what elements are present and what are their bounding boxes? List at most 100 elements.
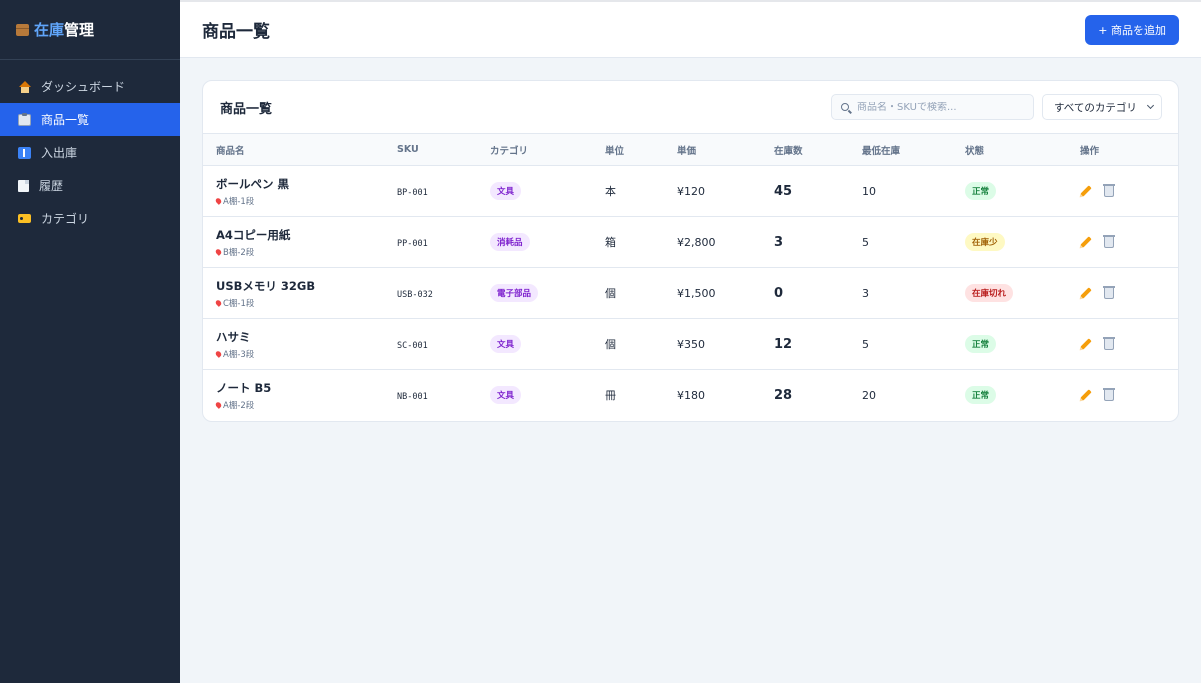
cell-stock: 0 <box>761 268 849 319</box>
column-header-category[interactable]: カテゴリ <box>477 134 592 166</box>
table-row[interactable]: ハサミ A棚-3段 SC-001 文具 個 ¥350 12 5 正常 <box>203 319 1178 370</box>
cell-sku: BP-001 <box>384 166 477 217</box>
sidebar-item-categories[interactable]: カテゴリ <box>0 202 180 235</box>
sku-text: PP-001 <box>397 238 428 249</box>
column-header-unit[interactable]: 単位 <box>592 134 664 166</box>
stock-qty: 45 <box>774 183 793 199</box>
column-header-name[interactable]: 商品名 <box>203 134 384 166</box>
sidebar-item-history[interactable]: 履歴 <box>0 169 180 202</box>
table-row[interactable]: USBメモリ 32GB C棚-1段 USB-032 電子部品 個 ¥1,500 … <box>203 268 1178 319</box>
table-row[interactable]: ノート B5 A棚-2段 NB-001 文具 冊 ¥180 28 20 正常 <box>203 370 1178 421</box>
stock-qty: 12 <box>774 336 793 352</box>
edit-pencil-icon[interactable] <box>1080 236 1092 248</box>
cell-category: 電子部品 <box>477 268 592 319</box>
category-badge: 電子部品 <box>490 284 539 302</box>
cell-stock: 28 <box>761 370 849 421</box>
location-text: A棚-3段 <box>223 349 255 360</box>
card-tools: すべてのカテゴリ <box>831 94 1162 120</box>
row-actions <box>1080 336 1178 350</box>
sidebar-item-label: 商品一覧 <box>41 113 90 127</box>
cell-unit: 個 <box>605 338 616 351</box>
product-name: A4コピー用紙 <box>216 227 291 242</box>
location-text: A棚-1段 <box>223 196 255 207</box>
status-badge: 正常 <box>965 386 997 405</box>
cell-name: USBメモリ 32GB C棚-1段 <box>203 268 384 319</box>
column-header-stock[interactable]: 在庫数 <box>761 134 849 166</box>
document-icon <box>18 179 29 192</box>
category-badge: 文具 <box>490 182 522 200</box>
sidebar-item-label: 履歴 <box>39 179 64 193</box>
pin-icon <box>214 400 223 409</box>
row-actions <box>1080 285 1178 299</box>
cell-stock: 3 <box>761 217 849 268</box>
cell-price: ¥2,800 <box>677 235 716 249</box>
cell-actions <box>1067 370 1178 421</box>
card-header: 商品一覧 すべてのカテゴリ <box>203 81 1178 133</box>
product-location: C棚-1段 <box>214 297 384 309</box>
sidebar-item-stock-io[interactable]: 入出庫 <box>0 136 180 169</box>
stock-qty: 28 <box>774 387 793 403</box>
product-table: 商品名 SKU カテゴリ 単位 単価 在庫数 最低在庫 状態 操作 ボールペン … <box>203 133 1178 421</box>
cell-status: 正常 <box>952 319 1067 370</box>
column-header-sku[interactable]: SKU <box>384 134 477 166</box>
sku-text: USB-032 <box>397 289 433 300</box>
brand-text-part1: 在庫 <box>34 21 65 39</box>
cell-unit: 箱 <box>605 236 616 249</box>
sku-text: BP-001 <box>397 187 428 198</box>
cell-actions <box>1067 319 1178 370</box>
cell-stock: 12 <box>761 319 849 370</box>
product-location: A棚-1段 <box>214 195 384 207</box>
product-name: ノート B5 <box>216 380 272 395</box>
column-header-price[interactable]: 単価 <box>664 134 761 166</box>
cell-status: 正常 <box>952 370 1067 421</box>
column-header-min-stock[interactable]: 最低在庫 <box>849 134 952 166</box>
card-title: 商品一覧 <box>220 101 273 117</box>
delete-trash-icon[interactable] <box>1103 336 1115 350</box>
sidebar-item-products[interactable]: 商品一覧 <box>0 103 180 136</box>
pin-icon <box>214 247 223 256</box>
add-product-button[interactable]: + 商品を追加 <box>1085 14 1179 45</box>
cell-price: ¥350 <box>677 337 705 351</box>
product-location: A棚-2段 <box>214 399 384 411</box>
category-select[interactable]: すべてのカテゴリ <box>1042 94 1162 120</box>
product-name: ハサミ <box>216 329 251 344</box>
cell-sku: SC-001 <box>384 319 477 370</box>
delete-trash-icon[interactable] <box>1103 234 1115 248</box>
delete-trash-icon[interactable] <box>1103 285 1115 299</box>
search-box[interactable] <box>831 94 1034 120</box>
pin-icon <box>214 298 223 307</box>
cell-sku: PP-001 <box>384 217 477 268</box>
pin-icon <box>214 196 223 205</box>
table-row[interactable]: A4コピー用紙 B棚-2段 PP-001 消耗品 箱 ¥2,800 3 5 在庫… <box>203 217 1178 268</box>
column-header-actions: 操作 <box>1080 145 1100 157</box>
edit-pencil-icon[interactable] <box>1080 389 1092 401</box>
cell-stock: 45 <box>761 166 849 217</box>
sidebar-item-dashboard[interactable]: ダッシュボード <box>0 70 180 103</box>
column-header-status[interactable]: 状態 <box>952 134 1067 166</box>
status-badge: 正常 <box>965 182 997 200</box>
delete-trash-icon[interactable] <box>1103 387 1115 401</box>
location-text: C棚-1段 <box>223 298 255 309</box>
edit-pencil-icon[interactable] <box>1080 287 1092 299</box>
category-badge: 文具 <box>490 386 522 405</box>
search-input[interactable] <box>857 101 1027 113</box>
status-badge: 正常 <box>965 335 997 353</box>
edit-pencil-icon[interactable] <box>1080 185 1092 197</box>
delete-trash-icon[interactable] <box>1103 183 1115 197</box>
product-list-card: 商品一覧 すべてのカテゴリ <box>202 80 1179 422</box>
product-name: USBメモリ 32GB <box>216 278 316 293</box>
table-header-row: 商品名 SKU カテゴリ 単位 単価 在庫数 最低在庫 状態 操作 <box>203 133 1178 166</box>
search-icon <box>841 103 849 111</box>
cell-min-stock: 5 <box>862 235 869 249</box>
cell-actions <box>1067 217 1178 268</box>
cell-category: 文具 <box>477 370 592 421</box>
cell-category: 文具 <box>477 319 592 370</box>
location-text: A棚-2段 <box>223 400 255 411</box>
status-badge: 在庫切れ <box>965 284 1014 302</box>
sidebar-nav: ダッシュボード 商品一覧 入出庫 履歴 カテゴリ <box>0 60 180 235</box>
row-actions <box>1080 234 1178 248</box>
pin-icon <box>214 349 223 358</box>
edit-pencil-icon[interactable] <box>1080 338 1092 350</box>
table-row[interactable]: ボールペン 黒 A棚-1段 BP-001 文具 本 ¥120 45 10 正常 <box>203 166 1178 217</box>
cell-actions <box>1067 166 1178 217</box>
